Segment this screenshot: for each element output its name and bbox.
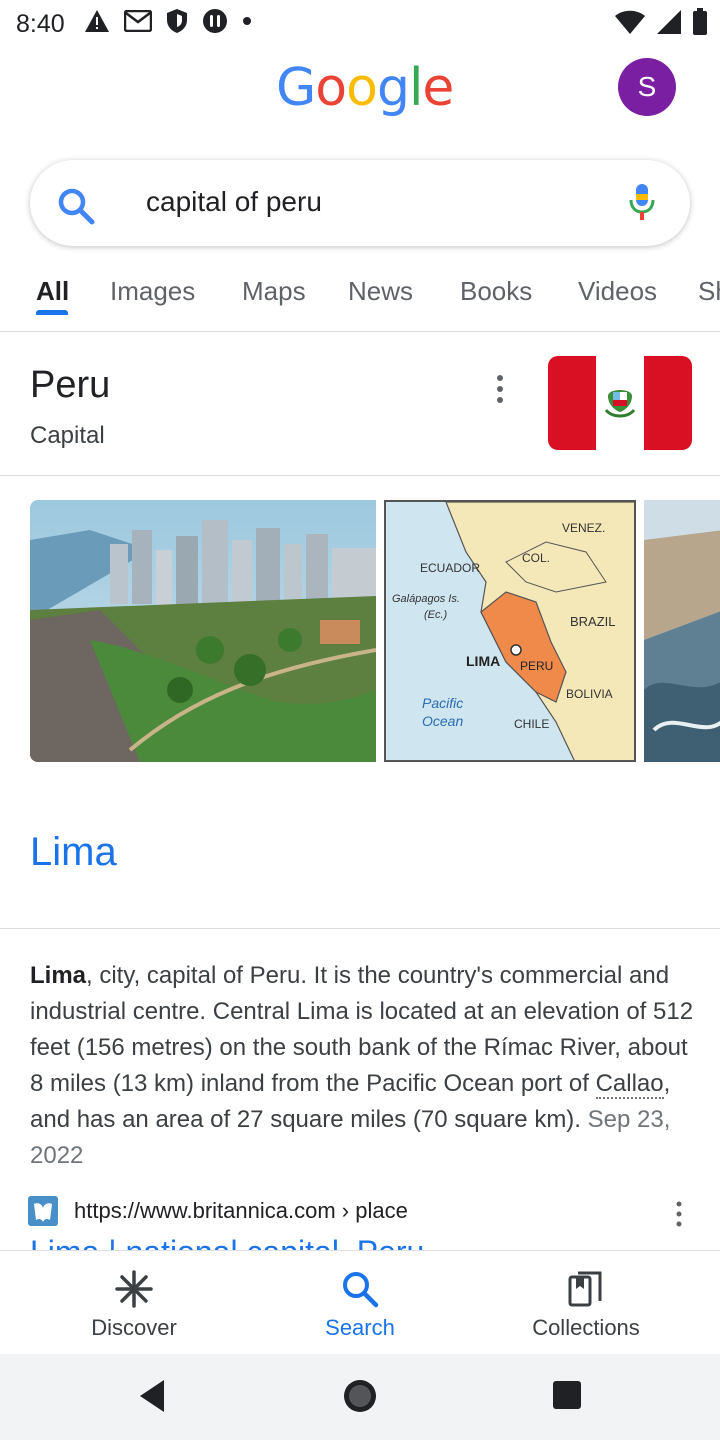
- tab-images[interactable]: Images: [110, 276, 195, 307]
- tab-maps[interactable]: Maps: [242, 276, 306, 307]
- search-bar[interactable]: capital of peru: [30, 160, 690, 246]
- alert-icon: [85, 10, 109, 32]
- map-label: BRAZIL: [570, 614, 616, 629]
- more-vert-icon[interactable]: [488, 372, 512, 406]
- logo-letter: o: [315, 58, 347, 118]
- divider: [0, 928, 720, 929]
- system-navigation-bar: [0, 1354, 720, 1440]
- back-icon[interactable]: [136, 1378, 168, 1414]
- coast-image[interactable]: [644, 500, 720, 762]
- status-time: 8:40: [16, 10, 65, 38]
- more-vert-icon[interactable]: [674, 1200, 684, 1228]
- recents-icon[interactable]: [552, 1380, 582, 1410]
- map-label: BOLIVIA: [566, 687, 613, 701]
- map-graphic: VENEZ. ECUADOR COL. Galápagos Is. (Ec.) …: [386, 502, 634, 760]
- logo-letter: o: [346, 58, 378, 118]
- logo-letter: g: [376, 58, 410, 118]
- mic-icon[interactable]: [628, 182, 656, 222]
- result-title-link[interactable]: Lima | national capital, Peru: [30, 1234, 490, 1250]
- city-photo: [30, 500, 376, 762]
- home-icon[interactable]: [342, 1378, 378, 1414]
- search-icon: [343, 1272, 379, 1308]
- map-label: Galápagos Is.: [392, 593, 460, 605]
- kp-title[interactable]: Peru: [30, 364, 110, 407]
- signal-icon: [657, 10, 681, 34]
- search-input[interactable]: capital of peru: [146, 186, 322, 218]
- tab-all[interactable]: All: [36, 276, 69, 307]
- knowledge-panel-header: Peru Capital: [0, 336, 720, 476]
- podcast-icon: [203, 9, 227, 33]
- snippet-text: , city, capital of Peru. It is the count…: [30, 962, 694, 1097]
- bottom-navigation: Discover Search Collections: [0, 1250, 720, 1354]
- map-label: ECUADOR: [420, 561, 480, 575]
- tab-videos[interactable]: Videos: [578, 276, 657, 307]
- nav-discover-label: Discover: [91, 1315, 177, 1340]
- tab-news[interactable]: News: [348, 276, 413, 307]
- flag-stripe: [644, 356, 692, 450]
- search-icon: [58, 188, 95, 225]
- map-label: VENEZ.: [562, 521, 605, 535]
- search-tabs: All Images Maps News Books Videos Sh: [0, 270, 720, 332]
- dot-icon: [243, 17, 251, 25]
- nav-search-label: Search: [325, 1315, 395, 1340]
- account-avatar[interactable]: S: [618, 58, 676, 116]
- coast-photo: [644, 500, 720, 762]
- image-gallery: VENEZ. ECUADOR COL. Galápagos Is. (Ec.) …: [30, 500, 720, 762]
- shield-icon: [167, 9, 187, 33]
- source-row[interactable]: https://www.britannica.com › place: [28, 1196, 698, 1228]
- featured-snippet: Lima, city, capital of Peru. It is the c…: [30, 958, 700, 1174]
- battery-icon: [693, 8, 707, 35]
- collections-icon: [568, 1271, 602, 1307]
- snippet-bold: Lima: [30, 962, 87, 989]
- logo-letter: l: [408, 58, 423, 118]
- flag-stripe: [596, 356, 644, 450]
- nav-collections-label: Collections: [532, 1315, 640, 1340]
- status-bar: 8:40: [0, 0, 720, 50]
- active-tab-indicator: [36, 310, 68, 315]
- peru-flag[interactable]: [548, 356, 692, 450]
- kp-subtitle: Capital: [30, 422, 105, 449]
- coat-of-arms-icon: [604, 390, 636, 418]
- britannica-favicon-icon: [28, 1196, 58, 1226]
- map-label: LIMA: [466, 653, 500, 669]
- map-label: Ocean: [422, 713, 463, 729]
- answer-title[interactable]: Lima: [30, 830, 117, 875]
- nav-collections[interactable]: Collections: [506, 1269, 666, 1341]
- avatar-letter: S: [637, 71, 657, 102]
- nav-discover[interactable]: Discover: [54, 1269, 214, 1341]
- logo-letter: G: [276, 58, 316, 118]
- source-url[interactable]: https://www.britannica.com › place: [74, 1198, 408, 1224]
- asterisk-icon: [115, 1270, 153, 1308]
- wifi-icon: [615, 10, 645, 34]
- flag-stripe: [548, 356, 596, 450]
- system-icons: [614, 8, 708, 36]
- map-label: PERU: [520, 659, 553, 673]
- map-label: (Ec.): [424, 609, 448, 621]
- notification-icons: [84, 8, 252, 34]
- gmail-icon: [124, 10, 152, 32]
- snippet-link-callao[interactable]: Callao: [595, 1070, 664, 1099]
- logo-letter: e: [422, 58, 454, 118]
- map-label: Pacific: [422, 695, 463, 711]
- tab-shopping[interactable]: Sh: [698, 276, 720, 307]
- map-label: CHILE: [514, 717, 549, 731]
- nav-search[interactable]: Search: [280, 1269, 440, 1341]
- tab-books[interactable]: Books: [460, 276, 532, 307]
- map-label: COL.: [522, 551, 550, 565]
- peru-map-image[interactable]: VENEZ. ECUADOR COL. Galápagos Is. (Ec.) …: [384, 500, 636, 762]
- lima-city-image[interactable]: [30, 500, 376, 762]
- google-logo[interactable]: Google: [276, 58, 454, 118]
